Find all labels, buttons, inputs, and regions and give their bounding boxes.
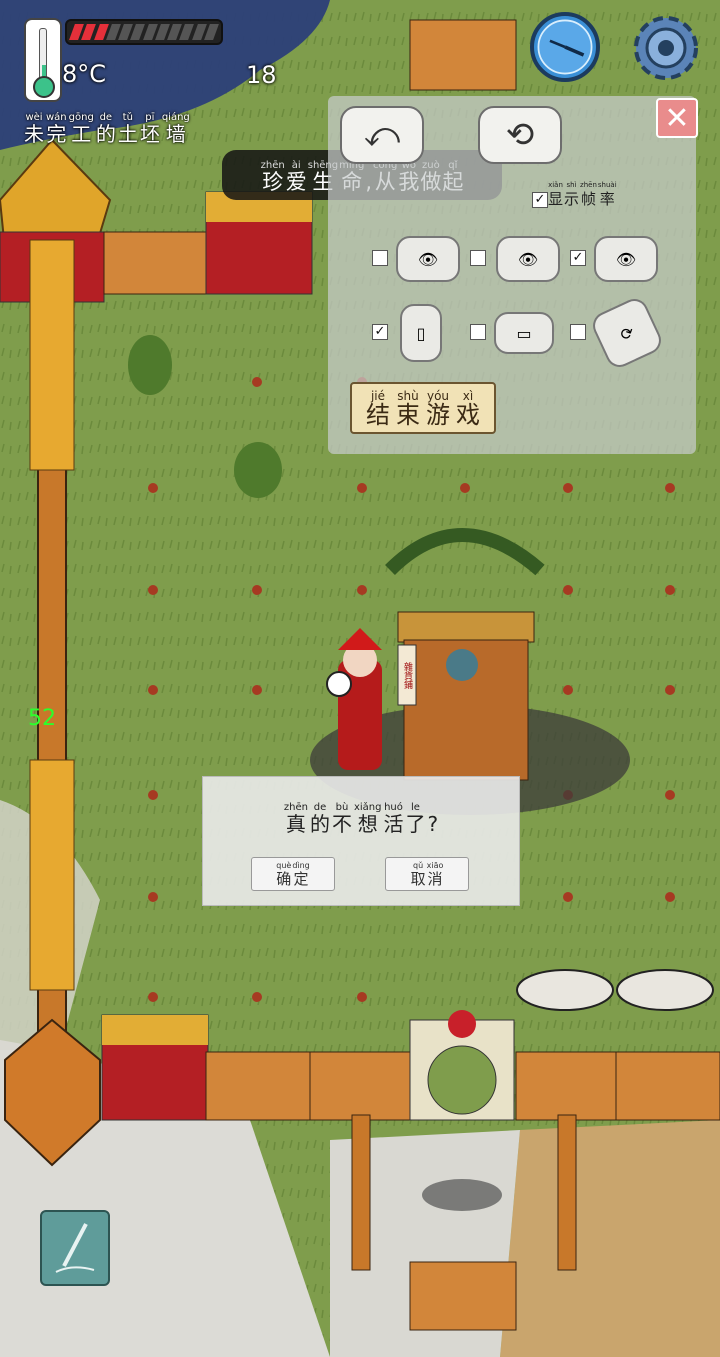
ruby-char: xì 戏 — [456, 388, 480, 429]
cancel-button[interactable]: qǔ 取 xiāo 消 — [385, 857, 469, 891]
ruby-char: què 确 — [276, 860, 292, 888]
location-label: wèi 未 wán 完 gōng 工 de 的 tǔ 土 pī 坯 qiáng 墙 — [24, 112, 190, 145]
ruby-char: dìng 定 — [292, 860, 310, 888]
confirm-button[interactable]: què 确 dìng 定 — [251, 857, 335, 891]
view-option-3-checkbox[interactable]: ✓ — [570, 250, 586, 266]
thermometer-icon — [24, 18, 62, 102]
ruby-char: xiǎn 显 — [548, 181, 564, 208]
device-option-3-checkbox[interactable] — [570, 324, 586, 340]
settings-panel: ⤺ ⟲ ✕ ✓ xiǎn 显 shì 示 zhēn 帧 shuài 率 👁 👁 ✓ 👁 ✓ ▯… — [328, 96, 698, 454]
device-option-1-checkbox[interactable]: ✓ — [372, 324, 388, 340]
gear-icon[interactable] — [628, 10, 704, 86]
ruby-char: ? — [427, 812, 439, 836]
ruby-char: yóu 游 — [426, 388, 450, 429]
ruby-char: zhēn 帧 — [580, 181, 597, 208]
eye-person-icon[interactable]: 👁 — [396, 236, 460, 282]
health-bar — [65, 19, 223, 45]
ruby-char: zhēn 珍 — [260, 159, 285, 194]
day-counter: 18 — [246, 61, 277, 89]
pencil-icon — [55, 1223, 95, 1273]
phone-landscape-icon[interactable]: ▭ — [494, 312, 554, 354]
end-game-button[interactable]: jié 结 shù 束 yóu 游 xì 戏 — [350, 382, 496, 434]
show-fps-checkbox[interactable]: ✓ — [532, 192, 548, 208]
rock — [422, 1179, 502, 1211]
view-option-2-checkbox[interactable] — [470, 250, 486, 266]
compass-icon[interactable] — [530, 12, 600, 82]
ruby-char: qǔ 取 — [410, 860, 426, 888]
shop-sign: 雜貨鋪 — [402, 661, 413, 690]
ruby-char: shì 示 — [564, 181, 580, 208]
phone-portrait-icon[interactable]: ▯ — [400, 304, 442, 362]
eye-person-icon[interactable]: 👁 — [594, 236, 658, 282]
ruby-char: tǔ 土 — [117, 112, 138, 146]
refresh-icon: ⟲ — [505, 115, 535, 155]
dialog-question: zhēn 真 de 的 bù 不 xiǎng 想 huó 活 le 了 ? — [203, 802, 519, 835]
ruby-char: jié 结 — [366, 388, 390, 429]
ruby-char: gōng 工 — [68, 112, 94, 146]
ruby-char: bù 不 — [331, 802, 352, 836]
ruby-char: zhēn 真 — [283, 802, 308, 836]
eye-person-icon[interactable]: 👁 — [496, 236, 560, 282]
confirm-dialog: zhēn 真 de 的 bù 不 xiǎng 想 huó 活 le 了 ? què 确 dìng 定 qǔ 取… — [202, 776, 520, 906]
temperature-readout: 8°C — [62, 60, 107, 88]
ruby-char: de 的 — [95, 112, 116, 146]
undo-button[interactable]: ⤺ — [340, 106, 424, 164]
stone-gate — [409, 1010, 515, 1121]
view-option-1-checkbox[interactable] — [372, 250, 388, 266]
ruby-char: wán 完 — [46, 112, 67, 146]
ruby-char: huó 活 — [383, 802, 404, 836]
device-option-2-checkbox[interactable] — [470, 324, 486, 340]
refresh-button[interactable]: ⟲ — [478, 106, 562, 164]
note-button[interactable] — [40, 1210, 110, 1286]
ruby-char: shuài 率 — [597, 181, 617, 208]
ruby-char: qiáng 墙 — [161, 112, 190, 146]
show-fps-label: xiǎn 显 shì 示 zhēn 帧 shuài 率 — [548, 180, 617, 208]
ruby-char: de 的 — [309, 802, 330, 836]
fps-counter: 52 — [28, 706, 56, 731]
ruby-char: wèi 未 — [24, 112, 44, 146]
ruby-char: pī 坯 — [139, 112, 160, 146]
ruby-char: xiǎng 想 — [353, 802, 382, 836]
undo-icon: ⤺ — [363, 115, 401, 155]
close-icon: ✕ — [664, 100, 690, 136]
ruby-char: le 了 — [405, 802, 426, 836]
phone-rotate-icon[interactable]: ⟳ — [588, 294, 666, 372]
close-button[interactable]: ✕ — [656, 98, 698, 138]
ruby-char: ài 爱 — [285, 159, 307, 194]
ruby-char: xiāo 消 — [426, 860, 444, 888]
ruby-char: shù 束 — [396, 388, 420, 429]
